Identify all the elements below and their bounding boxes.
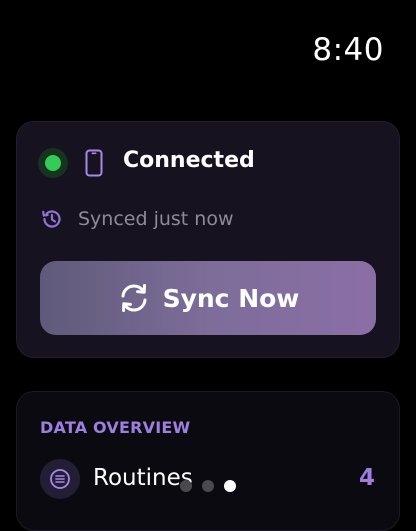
page-dot-2[interactable]: [202, 480, 214, 492]
phone-icon: [85, 149, 103, 177]
routines-icon-container: [40, 459, 80, 499]
last-synced-label: Synced just now: [78, 208, 234, 230]
connection-card: Connected Synced just now Sync Now: [16, 121, 400, 358]
list-icon: [50, 469, 70, 489]
page-dot-1[interactable]: [180, 480, 192, 492]
data-overview-title: DATA OVERVIEW: [40, 418, 191, 437]
connection-status-indicator: [38, 148, 68, 178]
clock-time: 8:40: [312, 32, 384, 68]
page-indicator: [180, 480, 236, 492]
connection-status-label: Connected: [123, 148, 255, 173]
routines-count: 4: [358, 465, 375, 491]
sync-now-button[interactable]: Sync Now: [40, 261, 376, 335]
history-icon: [42, 210, 61, 228]
page-dot-3[interactable]: [224, 480, 236, 492]
status-dot-icon: [45, 155, 61, 171]
routines-label[interactable]: Routines: [93, 465, 193, 491]
sync-icon: [121, 284, 147, 312]
sync-now-label: Sync Now: [162, 283, 300, 313]
data-overview-card: DATA OVERVIEW Routines 4: [16, 391, 400, 531]
